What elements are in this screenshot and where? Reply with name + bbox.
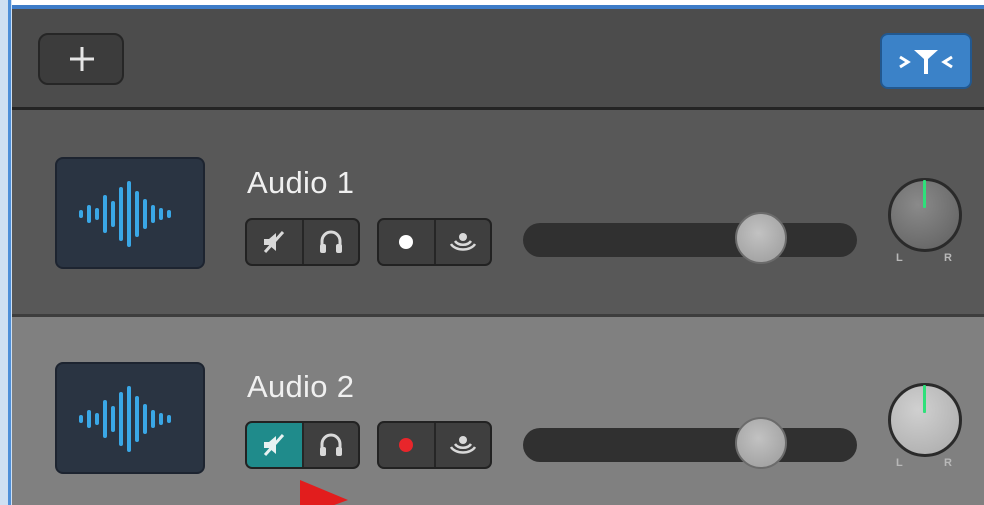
app-window: Audio 1 L R Audio 2 L R	[0, 0, 984, 505]
track-name[interactable]: Audio 2	[247, 369, 354, 405]
waveform-icon	[79, 386, 171, 452]
record-input-group	[377, 218, 492, 266]
waveform-icon	[79, 181, 171, 247]
pan-right-label: R	[944, 457, 952, 469]
pan-indicator	[923, 180, 926, 208]
tracks-header-bar	[12, 9, 984, 110]
track-header-panel: Audio 1 L R Audio 2 L R	[12, 5, 984, 505]
record-input-group	[377, 421, 492, 469]
input-monitor-icon	[449, 233, 476, 251]
pan-left-label: L	[896, 252, 903, 264]
track-icon-tile[interactable]	[55, 362, 205, 474]
track-filter-icon	[899, 50, 953, 74]
input-monitor-icon	[449, 436, 476, 454]
headphones-icon	[319, 433, 342, 456]
solo-button[interactable]	[301, 423, 359, 467]
pan-left-label: L	[896, 457, 903, 469]
pan-knob[interactable]: L R	[888, 383, 962, 469]
pan-indicator	[923, 385, 926, 413]
track-filter-button[interactable]	[880, 33, 972, 89]
annotation-arrow-icon	[300, 480, 348, 505]
track-row-audio-2[interactable]: Audio 2 L R	[12, 317, 984, 505]
mute-button[interactable]	[247, 423, 302, 467]
speaker-mute-icon	[264, 433, 285, 457]
solo-button[interactable]	[301, 220, 359, 264]
speaker-mute-icon	[264, 230, 285, 254]
track-name[interactable]: Audio 1	[247, 165, 354, 201]
add-track-button[interactable]	[38, 33, 124, 85]
volume-slider[interactable]	[523, 417, 857, 469]
volume-slider-thumb[interactable]	[735, 212, 787, 264]
track-icon-tile[interactable]	[55, 157, 205, 269]
mute-solo-group	[245, 218, 360, 266]
record-dot-icon	[399, 235, 414, 249]
volume-slider[interactable]	[523, 212, 857, 264]
pan-right-label: R	[944, 252, 952, 264]
plus-icon	[70, 47, 94, 71]
pan-knob[interactable]: L R	[888, 178, 962, 264]
window-left-edge	[0, 0, 12, 505]
volume-slider-thumb[interactable]	[735, 417, 787, 469]
mute-button[interactable]	[247, 220, 302, 264]
input-monitoring-button[interactable]	[433, 423, 491, 467]
track-row-audio-1[interactable]: Audio 1 L R	[12, 110, 984, 317]
record-dot-icon	[399, 438, 414, 452]
headphones-icon	[319, 230, 342, 253]
record-enable-button[interactable]	[379, 220, 434, 264]
record-enable-button[interactable]	[379, 423, 434, 467]
input-monitoring-button[interactable]	[433, 220, 491, 264]
mute-solo-group	[245, 421, 360, 469]
